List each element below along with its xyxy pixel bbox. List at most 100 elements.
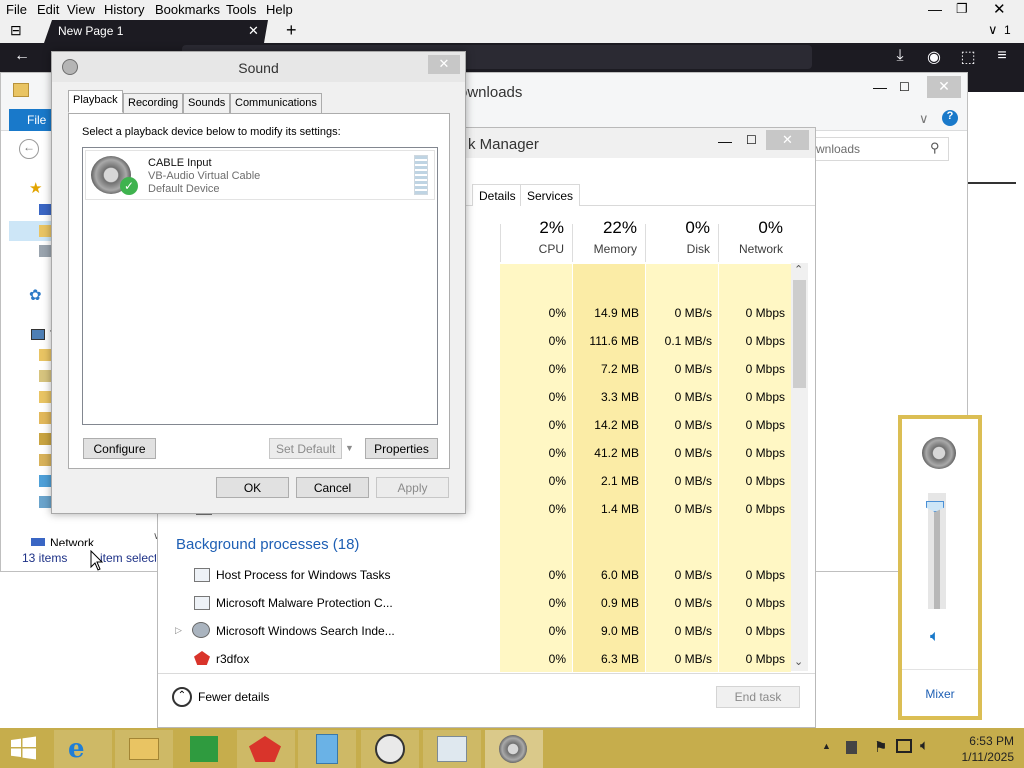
fewer-details-icon[interactable]: ⌃ xyxy=(172,687,192,707)
sound-dialog: Sound ✕ Playback Recording Sounds Commun… xyxy=(51,51,466,514)
apply-button[interactable]: Apply xyxy=(376,477,449,498)
properties-button[interactable]: Properties xyxy=(365,438,438,459)
menu-help[interactable]: Help xyxy=(266,2,293,17)
network-pct: 0% xyxy=(758,218,783,237)
taskbar-explorer-button[interactable] xyxy=(115,730,173,768)
show-hidden-icons-icon[interactable]: ▲ xyxy=(822,741,831,751)
explorer-back-icon[interactable]: ← xyxy=(19,139,39,159)
menu-edit[interactable]: Edit xyxy=(37,2,59,17)
menu-history[interactable]: History xyxy=(104,2,144,17)
tm-minimize-icon[interactable]: — xyxy=(718,133,732,149)
tab-details[interactable]: Details xyxy=(472,184,523,206)
tm-maximize-icon[interactable]: ☐ xyxy=(746,133,757,147)
scroll-thumb[interactable] xyxy=(793,280,806,388)
row-disk: 0 MB/s xyxy=(674,362,712,376)
r3dfox-icon xyxy=(194,651,210,665)
minimize-icon[interactable]: — xyxy=(928,1,942,17)
ok-button[interactable]: OK xyxy=(216,477,289,498)
menu-bookmarks[interactable]: Bookmarks xyxy=(155,2,220,17)
taskbar-store-button[interactable] xyxy=(176,730,234,768)
tm-close-icon[interactable]: ✕ xyxy=(766,130,809,150)
extensions-icon[interactable]: ⬚ xyxy=(958,47,978,67)
clock-date[interactable]: 1/11/2025 xyxy=(944,750,1015,764)
explorer-maximize-icon[interactable]: ☐ xyxy=(899,80,910,94)
mouse-cursor-icon xyxy=(90,550,104,571)
volume-speaker-icon[interactable]: 🔈︎ xyxy=(930,628,940,646)
tab-dropdown-icon[interactable]: ∨ xyxy=(988,22,998,38)
explorer-minimize-icon[interactable]: — xyxy=(873,79,887,95)
explorer-close-icon[interactable]: ✕ xyxy=(927,76,961,98)
menu-file[interactable]: File xyxy=(6,2,27,17)
menu-view[interactable]: View xyxy=(67,2,95,17)
taskbar-ie-button[interactable]: e xyxy=(54,730,112,768)
process-scrollbar[interactable]: ⌃ ⌄ xyxy=(791,263,808,671)
tab-close-icon[interactable]: ✕ xyxy=(248,23,259,39)
taskbar-r3dfox-button[interactable] xyxy=(237,730,295,768)
row-disk: 0 MB/s xyxy=(674,624,712,638)
header-divider xyxy=(500,224,501,262)
taskbar-audio-app-button[interactable] xyxy=(361,730,419,768)
close-icon[interactable]: ✕ xyxy=(993,0,1006,18)
tab-services[interactable]: Services xyxy=(520,184,581,206)
row-cpu: 0% xyxy=(548,624,566,638)
tab-new-page[interactable]: New Page 1 ✕ xyxy=(44,20,268,43)
tab-list-icon[interactable]: ⊟ xyxy=(10,22,22,39)
row-network: 0 Mbps xyxy=(745,474,785,488)
menu-tools[interactable]: Tools xyxy=(226,2,256,17)
status-item-count: 13 items xyxy=(22,551,68,565)
row-network: 0 Mbps xyxy=(745,652,785,666)
process-name[interactable]: Microsoft Malware Protection C... xyxy=(216,596,393,610)
process-name[interactable]: Host Process for Windows Tasks xyxy=(216,568,391,582)
nav-network-label[interactable]: Network xyxy=(50,536,94,546)
taskbar-taskmgr-button[interactable] xyxy=(423,730,481,768)
scroll-down-icon[interactable]: ⌄ xyxy=(794,655,803,668)
network-header[interactable]: 0% Network xyxy=(719,218,791,256)
process-name[interactable]: r3dfox xyxy=(216,652,249,666)
account-icon[interactable]: ◉ xyxy=(924,47,944,67)
speaker-icon[interactable] xyxy=(922,437,956,469)
cancel-button[interactable]: Cancel xyxy=(296,477,369,498)
tab-communications[interactable]: Communications xyxy=(230,93,322,113)
configure-button[interactable]: Configure xyxy=(83,438,156,459)
help-icon[interactable]: ? xyxy=(942,110,958,126)
row-cpu: 0% xyxy=(548,446,566,460)
back-arrow-icon[interactable]: ← xyxy=(12,47,32,65)
network-tray-icon[interactable] xyxy=(896,739,912,753)
set-default-button[interactable]: Set Default xyxy=(269,438,342,459)
action-center-flag-icon[interactable]: ⚑ xyxy=(874,738,887,756)
background-processes-header[interactable]: Background processes (18) xyxy=(176,536,359,553)
new-tab-icon[interactable]: + xyxy=(286,20,297,41)
sound-close-icon[interactable]: ✕ xyxy=(428,55,460,74)
row-disk: 0 MB/s xyxy=(674,446,712,460)
tray-app-icon[interactable] xyxy=(846,741,857,754)
taskbar-app-button[interactable] xyxy=(298,730,356,768)
restore-icon[interactable]: ❐ xyxy=(956,1,968,17)
ribbon-expand-icon[interactable]: ∨ xyxy=(919,111,929,127)
explorer-search-input[interactable]: wnloads ⚲ xyxy=(811,137,949,161)
start-button[interactable] xyxy=(10,736,38,760)
device-item[interactable]: ✓ CABLE Input VB-Audio Virtual Cable Def… xyxy=(85,150,435,200)
explorer-title: ownloads xyxy=(459,84,523,101)
fewer-details-link[interactable]: Fewer details xyxy=(198,690,269,704)
download-icon[interactable]: ⤓ xyxy=(890,47,910,65)
volume-tray-icon[interactable]: 🔈︎ xyxy=(920,737,929,754)
scroll-up-icon[interactable]: ⌃ xyxy=(794,263,803,276)
tab-recording[interactable]: Recording xyxy=(123,93,184,113)
row-network: 0 Mbps xyxy=(745,306,785,320)
expand-arrow-icon[interactable]: ▷ xyxy=(175,625,182,636)
task-manager-footer: ⌃ Fewer details End task xyxy=(158,673,815,727)
process-name[interactable]: Microsoft Windows Search Inde... xyxy=(216,624,395,638)
disk-column xyxy=(646,264,718,672)
set-default-dropdown-icon[interactable]: ▼ xyxy=(341,439,357,458)
tab-playback[interactable]: Playback xyxy=(68,90,123,113)
mixer-link[interactable]: Mixer xyxy=(902,687,978,701)
disk-header[interactable]: 0% Disk xyxy=(646,218,718,256)
clock-time[interactable]: 6:53 PM xyxy=(944,734,1014,748)
row-cpu: 0% xyxy=(548,652,566,666)
menu-hamburger-icon[interactable]: ≡ xyxy=(992,47,1012,65)
memory-header[interactable]: 22% Memory xyxy=(573,218,645,256)
cpu-header[interactable]: 2% CPU xyxy=(500,218,572,256)
tab-sounds[interactable]: Sounds xyxy=(183,93,231,113)
taskbar-sound-button[interactable] xyxy=(485,730,543,768)
end-task-button[interactable]: End task xyxy=(716,686,800,708)
